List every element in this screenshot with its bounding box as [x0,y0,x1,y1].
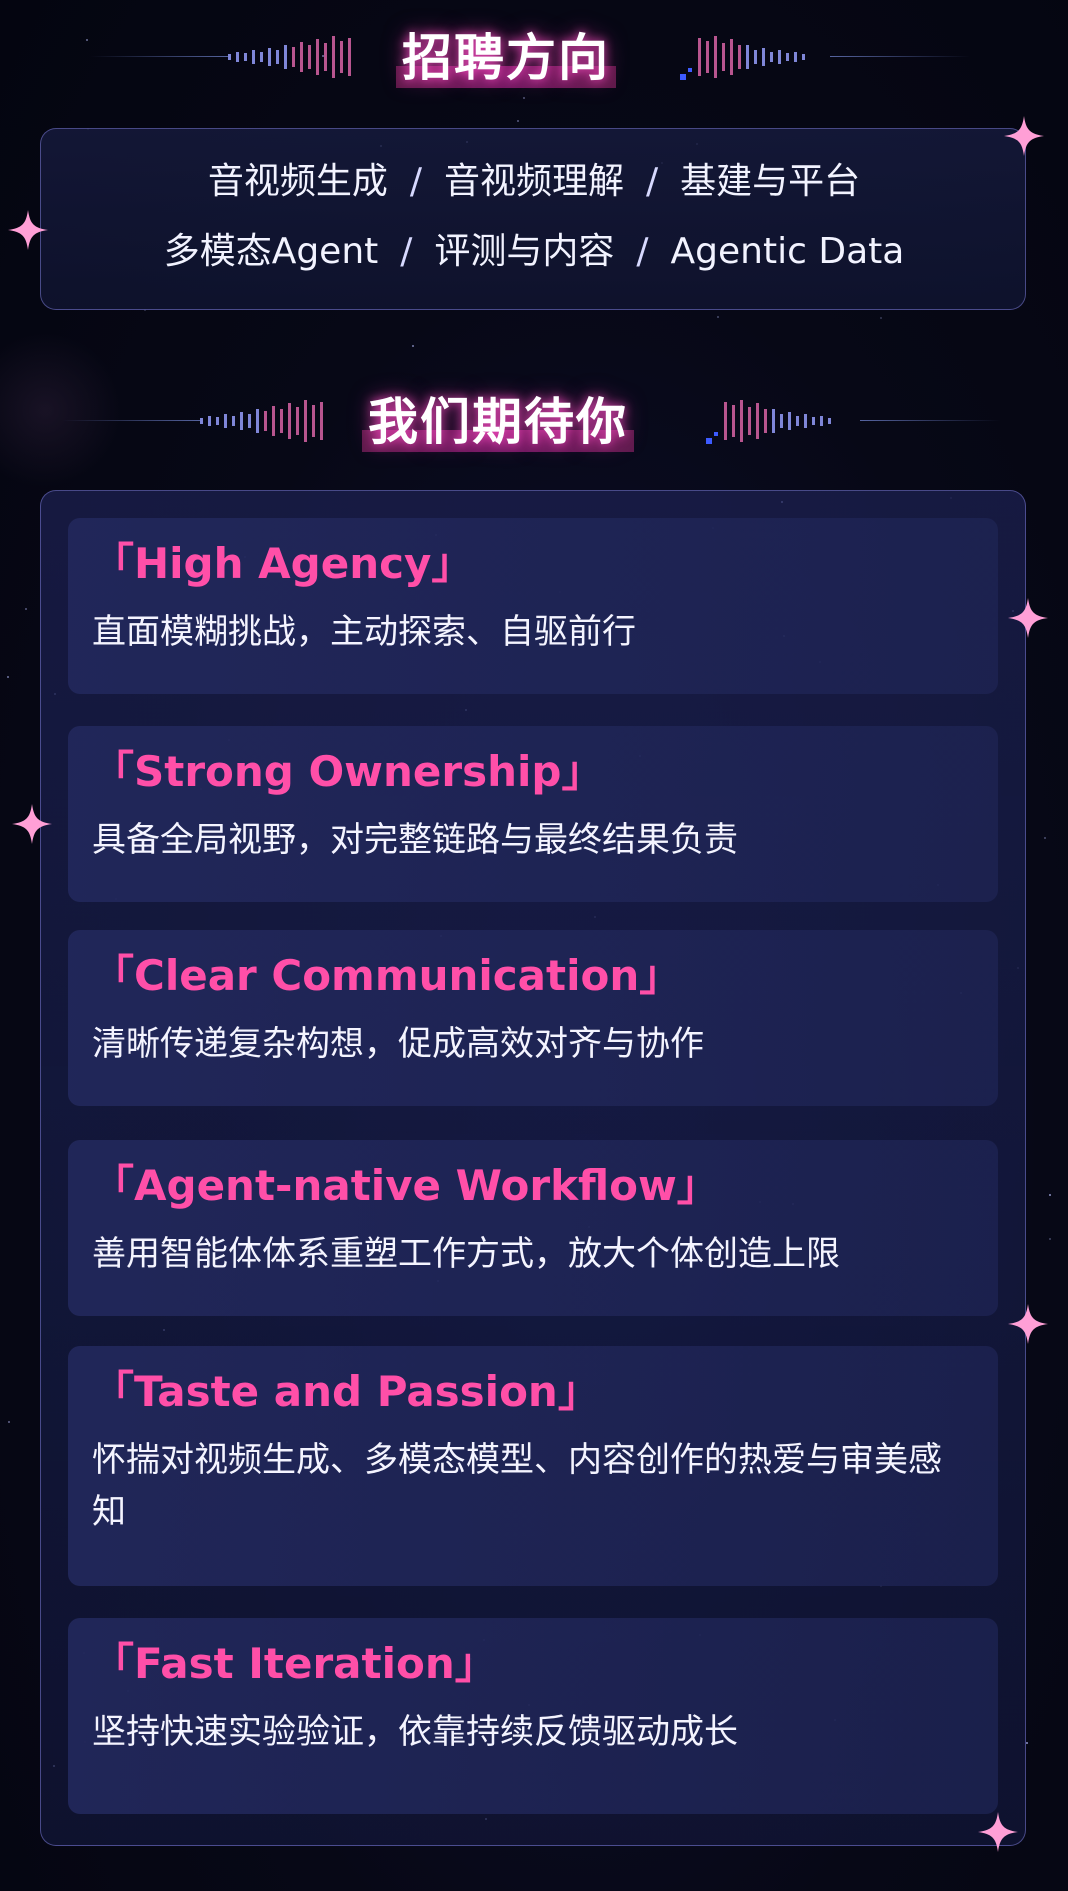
star-dot [25,608,27,610]
sparkle-icon [1008,598,1048,638]
recruitment-heading: 招聘方向 [396,29,616,88]
sparkle-icon [1008,1304,1048,1344]
star-dot [412,345,414,347]
recruitment-heading-bar: 招聘方向 [0,12,1068,102]
sparkle-icon [12,804,52,844]
heading-line-right [830,56,970,57]
expectation-card: 「Fast Iteration」 坚持快速实验验证，依靠持续反馈驱动成长 [68,1618,998,1814]
star-dot [717,316,719,318]
star-dot [1049,1238,1051,1240]
direction-separator: / [400,231,413,272]
expectation-card: 「Agent-native Workflow」 善用智能体体系重塑工作方式，放大… [68,1140,998,1316]
star-dot [8,1421,10,1423]
heading-line-left [90,56,230,57]
expectation-desc: 清晰传递复杂构想，促成高效对齐与协作 [92,1024,704,1064]
star-dot [7,676,9,678]
expectations-heading-bar: 我们期待你 [0,376,1068,466]
sound-wave-icon [200,400,323,442]
direction-item: 音视频生成 [207,161,388,202]
direction-separator: / [646,161,659,202]
expectation-card: 「High Agency」 直面模糊挑战，主动探索、自驱前行 [68,518,998,694]
expectation-desc: 坚持快速实验验证，依靠持续反馈驱动成长 [92,1712,738,1752]
expectation-title: 「Strong Ownership」 [92,747,604,796]
star-dot [880,317,882,319]
expectation-desc: 善用智能体体系重塑工作方式，放大个体创造上限 [92,1234,840,1274]
directions-row-1: 音视频生成 / 音视频理解 / 基建与平台 [41,159,1027,205]
sound-wave-icon [228,36,351,78]
expectations-heading: 我们期待你 [362,393,634,452]
expectation-desc: 直面模糊挑战，主动探索、自驱前行 [92,612,636,652]
expectation-title: 「Fast Iteration」 [92,1639,497,1688]
expectation-title: 「Taste and Passion」 [92,1367,600,1416]
direction-separator: / [636,231,649,272]
expectation-title: 「High Agency」 [92,539,474,588]
star-dot [1044,837,1046,839]
expectation-desc: 具备全局视野，对完整链路与最终结果负责 [92,820,738,860]
expectation-desc: 怀揣对视频生成、多模态模型、内容创作的热爱与审美感知 [92,1440,942,1532]
direction-item: 评测与内容 [434,231,615,272]
expectation-title: 「Agent-native Workflow」 [92,1161,719,1210]
expectation-card: 「Clear Communication」 清晰传递复杂构想，促成高效对齐与协作 [68,930,998,1106]
expectations-heading-text: 我们期待你 [368,393,628,451]
sound-wave-icon [706,400,831,444]
direction-item: 多模态Agent [163,231,379,272]
star-dot [1026,1742,1028,1744]
expectation-card: 「Strong Ownership」 具备全局视野，对完整链路与最终结果负责 [68,726,998,902]
direction-item: Agentic Data [670,231,905,272]
direction-separator: / [409,161,422,202]
star-dot [517,120,519,122]
sparkle-icon [1004,116,1044,156]
sound-wave-icon [680,36,805,80]
expectation-card: 「Taste and Passion」 怀揣对视频生成、多模态模型、内容创作的热… [68,1346,998,1586]
sparkle-icon [8,210,48,250]
heading-line-right [860,420,1000,421]
star-dot [1049,1194,1051,1196]
direction-item: 音视频理解 [443,161,624,202]
expectation-title: 「Clear Communication」 [92,951,682,1000]
direction-item: 基建与平台 [680,161,861,202]
heading-line-left [62,420,202,421]
recruitment-directions-box: 音视频生成 / 音视频理解 / 基建与平台 多模态Agent / 评测与内容 / Agentic… [40,128,1026,310]
directions-row-2: 多模态Agent / 评测与内容 / Agentic Data [41,229,1027,275]
sparkle-icon [978,1812,1018,1852]
recruitment-heading-text: 招聘方向 [402,29,610,87]
